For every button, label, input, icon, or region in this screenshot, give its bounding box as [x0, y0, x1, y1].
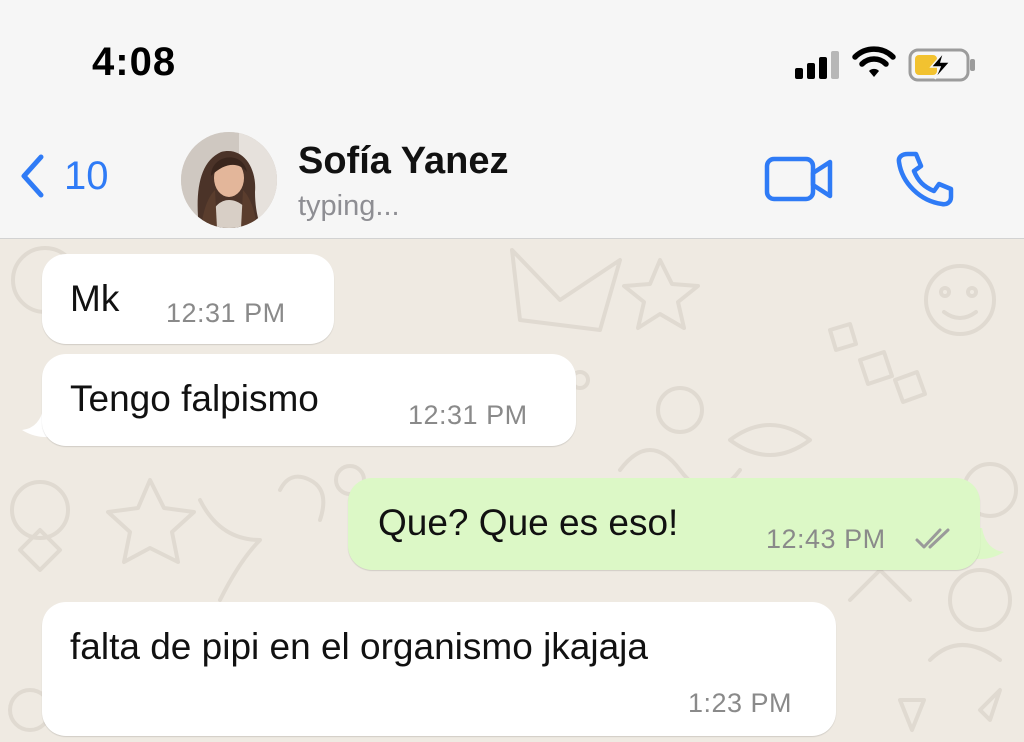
chevron-left-icon [21, 154, 44, 198]
double-check-icon [915, 528, 950, 549]
message-time: 12:43 PM [766, 524, 886, 554]
chat-header: 10 Sofía Yanez typing... [0, 118, 1024, 239]
battery-charging-icon [908, 48, 975, 82]
contact-status: typing... [298, 190, 400, 222]
chat-area[interactable]: Mk 12:31 PM Tengo falpismo 12:31 PM Que?… [0, 240, 1024, 742]
message-time: 12:31 PM [408, 400, 528, 430]
avatar-photo [181, 132, 277, 228]
contact-name[interactable]: Sofía Yanez [298, 140, 509, 183]
message-bubble-incoming[interactable]: Mk 12:31 PM [42, 254, 334, 344]
unread-count: 10 [64, 154, 109, 198]
message-time: 12:31 PM [166, 298, 286, 328]
voice-call-button[interactable] [894, 150, 954, 213]
signal-bars-icon [795, 49, 839, 79]
message-text: Que? Que es eso! [378, 502, 679, 543]
status-time: 4:08 [92, 40, 177, 84]
message-text: Tengo falpismo [70, 378, 319, 419]
status-bar: 4:08 [0, 0, 1024, 118]
wifi-icon [852, 46, 896, 77]
message-bubble-outgoing[interactable]: Que? Que es eso! 12:43 PM [348, 478, 980, 570]
phone-icon [896, 151, 954, 207]
message-text: falta de pipi en el organismo jkajaja [70, 626, 648, 667]
message-text: Mk [70, 278, 120, 319]
back-button[interactable]: 10 [20, 154, 109, 198]
avatar[interactable] [181, 132, 277, 228]
message-bubble-incoming[interactable]: falta de pipi en el organismo jkajaja 1:… [42, 602, 836, 736]
message-bubble-incoming[interactable]: Tengo falpismo 12:31 PM [42, 354, 576, 446]
video-camera-icon [764, 156, 833, 202]
message-time: 1:23 PM [688, 688, 793, 718]
video-call-button[interactable] [764, 156, 834, 207]
